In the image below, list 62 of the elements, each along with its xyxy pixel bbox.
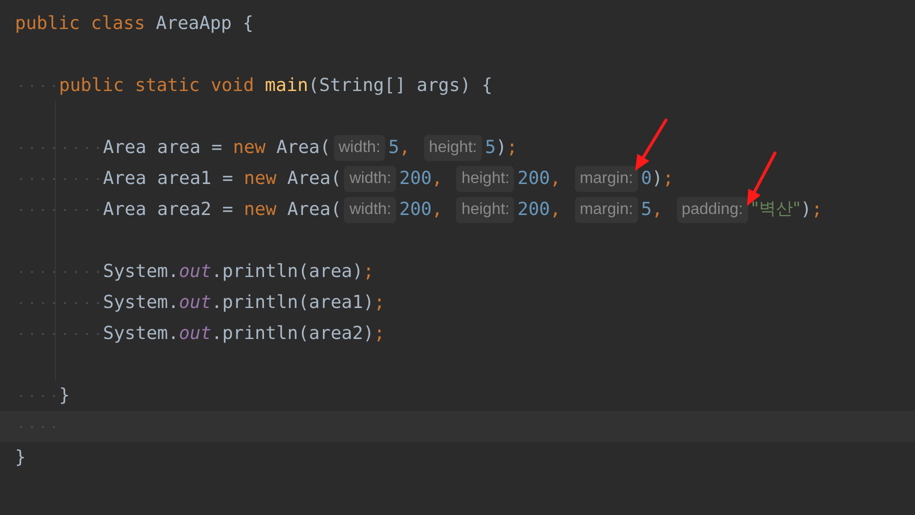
punctuation: ; bbox=[811, 198, 822, 222]
code-text: Area( bbox=[287, 167, 342, 191]
code-text: } bbox=[59, 384, 70, 408]
parameter-hint: margin: bbox=[574, 166, 638, 192]
code-text: Area area = bbox=[103, 136, 224, 160]
number-literal: 200 bbox=[517, 198, 550, 222]
number-literal: 5 bbox=[641, 198, 652, 222]
code-keyword: public bbox=[15, 12, 82, 36]
field-name: out bbox=[178, 322, 212, 346]
code-text: Area( bbox=[287, 198, 342, 222]
punctuation: ; bbox=[374, 322, 385, 346]
code-keyword: new bbox=[244, 198, 278, 222]
punctuation: , bbox=[550, 167, 562, 191]
code-text: .println(area) bbox=[211, 260, 364, 284]
code-keyword: void bbox=[210, 74, 256, 98]
code-text: AreaApp { bbox=[156, 12, 254, 36]
number-literal: 5 bbox=[484, 136, 496, 160]
number-literal: 200 bbox=[399, 198, 432, 222]
parameter-hint: padding: bbox=[676, 196, 748, 222]
punctuation: ; bbox=[363, 260, 374, 284]
number-literal: 5 bbox=[388, 136, 400, 160]
code-text: .println(area1) bbox=[211, 291, 374, 315]
parameter-hint: height: bbox=[456, 196, 514, 222]
code-keyword: public bbox=[59, 74, 126, 98]
code-text: System. bbox=[103, 260, 179, 284]
code-text: Area area2 = bbox=[103, 198, 234, 222]
code-keyword: static bbox=[134, 74, 201, 98]
punctuation: , bbox=[432, 167, 444, 191]
code-text: .println(area2) bbox=[211, 322, 374, 346]
field-name: out bbox=[178, 291, 212, 315]
code-text: ) bbox=[496, 136, 507, 160]
parameter-hint: width: bbox=[334, 134, 386, 160]
number-literal: 200 bbox=[517, 167, 550, 191]
parameter-hint: width: bbox=[344, 196, 396, 222]
code-text: Area area1 = bbox=[103, 167, 234, 191]
method-name: main bbox=[264, 74, 308, 98]
code-text: ) bbox=[800, 198, 812, 222]
punctuation: , bbox=[550, 198, 562, 222]
punctuation: , bbox=[399, 136, 412, 160]
code-text: ) bbox=[652, 167, 663, 191]
code-text: System. bbox=[103, 322, 179, 346]
code-text: Area( bbox=[276, 136, 331, 160]
code-keyword: new bbox=[233, 136, 267, 160]
parameter-hint: margin: bbox=[574, 196, 638, 222]
field-name: out bbox=[178, 260, 212, 284]
parameter-hint: height: bbox=[424, 134, 482, 160]
punctuation: ; bbox=[506, 136, 518, 160]
punctuation: , bbox=[432, 198, 444, 222]
annotation-arrow bbox=[635, 118, 668, 171]
number-literal: 0 bbox=[641, 167, 652, 191]
code-text: (String[] args) { bbox=[308, 74, 492, 98]
number-literal: 200 bbox=[399, 167, 432, 191]
parameter-hint: width: bbox=[344, 166, 396, 192]
code-keyword: new bbox=[244, 167, 278, 191]
punctuation: , bbox=[652, 198, 664, 222]
parameter-hint: height: bbox=[456, 166, 514, 192]
string-literal: "벽산" bbox=[750, 198, 801, 221]
code-keyword: class bbox=[90, 12, 146, 36]
code-text: System. bbox=[103, 291, 179, 315]
punctuation: ; bbox=[662, 167, 674, 191]
code-text: } bbox=[15, 446, 26, 470]
punctuation: ; bbox=[374, 291, 385, 315]
